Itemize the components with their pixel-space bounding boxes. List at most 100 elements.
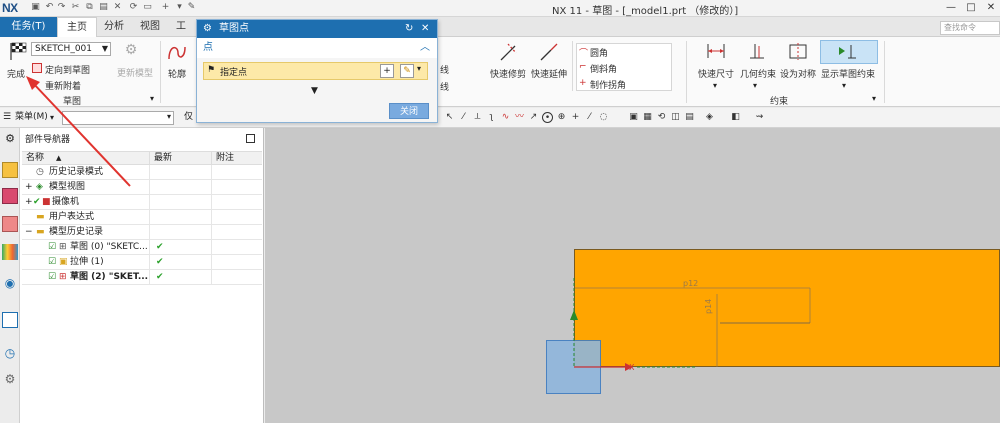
show-sketch-constraints-button[interactable]: 显示草图约束: [821, 67, 875, 80]
update-model-button[interactable]: 更新模型: [117, 66, 153, 79]
web-browser-icon[interactable]: ◉: [2, 276, 18, 292]
expand-icon[interactable]: +: [25, 195, 33, 209]
role-icon[interactable]: ⚙: [2, 372, 18, 388]
constraint-navigator-icon[interactable]: [2, 216, 18, 232]
reattach-button[interactable]: 重新附着: [45, 79, 81, 92]
tangent-icon[interactable]: ◌: [598, 112, 609, 123]
chamfer-button[interactable]: 倒斜角: [590, 62, 617, 75]
history-palette-icon[interactable]: [2, 312, 18, 328]
list-item[interactable]: ◷ 历史记录模式: [22, 165, 262, 180]
copy-icon[interactable]: ⧉: [84, 2, 95, 13]
graphics-window[interactable]: p12 p14 X: [265, 128, 1000, 423]
line-command-label-1[interactable]: 线: [440, 63, 449, 76]
search-command-input[interactable]: 查找命令: [940, 21, 1000, 35]
finish-button[interactable]: 完成: [7, 67, 25, 80]
tab-tools[interactable]: 工: [172, 17, 190, 37]
tab-home[interactable]: 主页: [57, 17, 97, 38]
checkbox-checked-icon[interactable]: ☑: [48, 240, 56, 254]
point-on-curve-icon[interactable]: ⁄: [584, 112, 595, 123]
line-snap-icon[interactable]: ↖: [444, 112, 455, 123]
midpoint-icon[interactable]: ↗: [528, 112, 539, 123]
geometric-constraints-icon[interactable]: [746, 41, 768, 61]
maximize-panel-icon[interactable]: [246, 134, 255, 143]
make-symmetric-button[interactable]: 设为对称: [780, 67, 816, 80]
window-icon[interactable]: ▭: [142, 2, 153, 13]
plus-icon[interactable]: +: [160, 2, 171, 13]
show-sketch-constraints-icon[interactable]: [836, 41, 858, 61]
list-item[interactable]: ☑ ⊞ 草图 (2) "SKET... ✔: [22, 270, 262, 285]
list-item[interactable]: ▬ 用户表达式: [22, 210, 262, 225]
clock-icon[interactable]: ◷: [2, 346, 18, 362]
cut-icon[interactable]: ✂: [70, 2, 81, 13]
quadrant-icon[interactable]: ⊕: [556, 112, 567, 123]
group-expand-icon[interactable]: ▾: [150, 94, 154, 103]
gear-icon[interactable]: ⚙: [2, 132, 18, 148]
close-window-button[interactable]: ✕: [984, 2, 998, 14]
line-command-label-2[interactable]: 线: [440, 80, 449, 93]
undo-icon[interactable]: ↶: [44, 2, 55, 13]
quick-trim-button[interactable]: 快速修剪: [490, 67, 526, 80]
shading-icon[interactable]: ◧: [730, 112, 741, 123]
collapse-icon[interactable]: −: [25, 225, 33, 239]
chevron-down-icon[interactable]: ▾: [417, 64, 421, 73]
center-point-icon[interactable]: •: [542, 112, 553, 123]
quick-dimension-icon[interactable]: [705, 41, 727, 61]
touch-mode-icon[interactable]: ✎: [186, 2, 197, 13]
tab-analysis[interactable]: 分析: [100, 17, 128, 37]
quick-extend-button[interactable]: 快速延伸: [531, 67, 567, 80]
finish-flag-icon[interactable]: [8, 41, 28, 61]
orient-to-sketch-button[interactable]: 定向到草图: [45, 63, 90, 76]
specify-point-row[interactable]: ⚑ 指定点 + ✎ ▾: [203, 62, 428, 80]
spline-icon[interactable]: 〰: [514, 112, 525, 123]
view-icon[interactable]: ▣: [628, 112, 639, 123]
list-item[interactable]: − ▬ 模型历史记录: [22, 225, 262, 240]
sketch-name-dropdown[interactable]: SKETCH_001 ▼: [31, 42, 111, 56]
minimize-button[interactable]: —: [944, 2, 958, 14]
point-section-header[interactable]: 点 ︿: [197, 38, 437, 58]
pan-icon[interactable]: ◫: [670, 112, 681, 123]
close-button[interactable]: 关闭: [389, 103, 429, 119]
group-expand-icon[interactable]: ▾: [872, 94, 876, 103]
checkbox-checked-icon[interactable]: ☑: [48, 255, 56, 269]
fillet-button[interactable]: 圆角: [590, 46, 608, 59]
menu-button[interactable]: 菜单(M): [15, 111, 48, 124]
chevron-down-icon[interactable]: ▾: [50, 111, 54, 124]
rotate-icon[interactable]: ⟲: [656, 112, 667, 123]
assembly-navigator-icon[interactable]: [2, 188, 18, 204]
paste-icon[interactable]: ▤: [98, 2, 109, 13]
column-header-latest[interactable]: 最新: [150, 152, 212, 166]
inferred-point-icon[interactable]: ✎: [400, 64, 414, 78]
make-corner-button[interactable]: 制作拐角: [590, 78, 626, 91]
chevron-down-icon[interactable]: ▾: [842, 81, 846, 90]
intersection-icon[interactable]: +: [570, 112, 581, 123]
tab-task[interactable]: 任务(T): [0, 17, 57, 37]
quick-trim-icon[interactable]: [498, 41, 520, 63]
line-icon[interactable]: ⁄: [458, 112, 469, 123]
curve-icon[interactable]: ∿: [500, 112, 511, 123]
part-navigator-icon[interactable]: [2, 162, 18, 178]
snap-options-icon[interactable]: ⇝: [754, 112, 765, 123]
contour-button[interactable]: 轮廓: [168, 67, 186, 80]
reuse-library-icon[interactable]: [2, 244, 18, 260]
point-dialog-icon[interactable]: +: [380, 64, 394, 78]
chevron-down-icon[interactable]: ▾: [753, 81, 757, 90]
chevron-down-icon[interactable]: ▾: [713, 81, 717, 90]
column-header-name[interactable]: 名称 ▲: [22, 152, 150, 166]
quick-extend-icon[interactable]: [538, 41, 560, 63]
repeat-icon[interactable]: ⟳: [128, 2, 139, 13]
arc-icon[interactable]: ʅ: [486, 112, 497, 123]
tab-view[interactable]: 视图: [136, 17, 164, 37]
expand-icon[interactable]: +: [25, 180, 33, 194]
more-options-icon[interactable]: ▼: [311, 86, 318, 96]
contour-icon[interactable]: [166, 41, 188, 63]
list-item[interactable]: ☑ ▣ 拉伸 (1) ✔: [22, 255, 262, 270]
save-icon[interactable]: ▣: [30, 2, 41, 13]
layer-icon[interactable]: ◈: [704, 112, 715, 123]
gear-icon[interactable]: ⚙: [203, 20, 212, 38]
collapse-section-icon[interactable]: ︿: [420, 38, 430, 58]
list-item[interactable]: + ◈ 模型视图: [22, 180, 262, 195]
column-header-notes[interactable]: 附注: [212, 152, 262, 166]
maximize-button[interactable]: □: [964, 2, 978, 14]
dropdown-arrow-icon[interactable]: ▾: [174, 2, 185, 13]
selection-scope-label[interactable]: 仅: [184, 111, 193, 124]
